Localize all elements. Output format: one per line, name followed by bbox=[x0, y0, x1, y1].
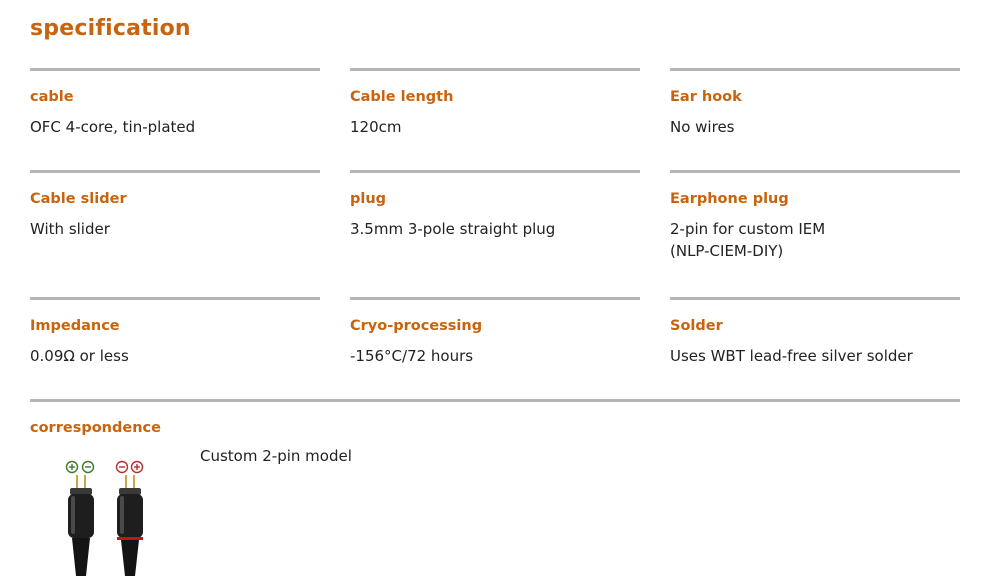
two-pin-plug-image bbox=[65, 460, 144, 576]
spec-value: -156°C/72 hours bbox=[350, 347, 474, 365]
spec-cable-slider: Cable slider With slider bbox=[30, 170, 320, 240]
spec-label: Impedance bbox=[30, 318, 120, 334]
spec-label: Ear hook bbox=[670, 89, 742, 105]
spec-ear-hook: Ear hook No wires bbox=[670, 68, 960, 138]
spec-label: Solder bbox=[670, 318, 723, 334]
spec-value: OFC 4-core, tin-plated bbox=[30, 118, 196, 136]
spec-value: 120cm bbox=[350, 118, 402, 136]
spec-value: Uses WBT lead-free silver solder bbox=[670, 347, 913, 365]
spec-solder: Solder Uses WBT lead-free silver solder bbox=[670, 297, 960, 367]
spec-impedance: Impedance 0.09Ω or less bbox=[30, 297, 320, 367]
correspondence-label: correspondence bbox=[30, 420, 161, 436]
divider bbox=[350, 170, 640, 173]
spec-value: 3.5mm 3-pole straight plug bbox=[350, 220, 556, 238]
divider bbox=[30, 399, 960, 402]
divider bbox=[350, 297, 640, 300]
spec-plug: plug 3.5mm 3-pole straight plug bbox=[350, 170, 640, 240]
minus-icon bbox=[81, 460, 95, 474]
divider bbox=[30, 297, 320, 300]
spec-value-line: 2-pin for custom IEM bbox=[670, 220, 826, 238]
left-plug-icon bbox=[68, 475, 94, 576]
spec-cryo-processing: Cryo-processing -156°C/72 hours bbox=[350, 297, 640, 367]
spec-cable-length: Cable length 120cm bbox=[350, 68, 640, 138]
spec-label: Cryo-processing bbox=[350, 318, 483, 334]
spec-value: No wires bbox=[670, 118, 735, 136]
spec-value: 2-pin for custom IEM (NLP-CIEM-DIY) bbox=[670, 218, 960, 262]
plus-icon bbox=[130, 460, 144, 474]
page-title: specification bbox=[30, 16, 191, 41]
plus-icon bbox=[65, 460, 79, 474]
spec-label: Earphone plug bbox=[670, 191, 789, 207]
divider bbox=[670, 297, 960, 300]
spec-value: With slider bbox=[30, 220, 110, 238]
minus-icon bbox=[115, 460, 129, 474]
spec-label: cable bbox=[30, 89, 74, 105]
divider bbox=[670, 170, 960, 173]
divider bbox=[30, 68, 320, 71]
divider bbox=[350, 68, 640, 71]
spec-label: Cable length bbox=[350, 89, 454, 105]
spec-label: Cable slider bbox=[30, 191, 127, 207]
spec-value-line: (NLP-CIEM-DIY) bbox=[670, 242, 784, 260]
spec-label: plug bbox=[350, 191, 387, 207]
spec-cable: cable OFC 4-core, tin-plated bbox=[30, 68, 320, 138]
divider bbox=[30, 170, 320, 173]
divider bbox=[670, 68, 960, 71]
right-plug-icon bbox=[117, 475, 143, 576]
spec-earphone-plug: Earphone plug 2-pin for custom IEM (NLP-… bbox=[670, 170, 960, 262]
correspondence-value: Custom 2-pin model bbox=[200, 447, 352, 465]
spec-value: 0.09Ω or less bbox=[30, 347, 129, 365]
